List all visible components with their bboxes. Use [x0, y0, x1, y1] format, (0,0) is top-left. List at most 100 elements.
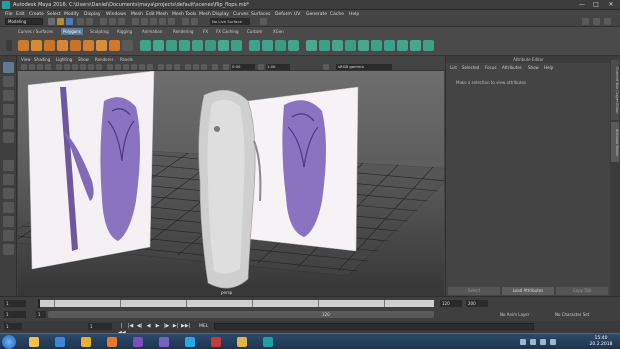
- image-plane-icon[interactable]: [45, 64, 51, 70]
- channel-box-tab[interactable]: Channel Box / Layer Editor: [611, 60, 619, 120]
- connect-icon[interactable]: [275, 40, 286, 51]
- step-back-frame-button[interactable]: ◀|: [136, 323, 143, 330]
- panel-menu-renderer[interactable]: Renderer: [95, 57, 113, 62]
- poly-disc-icon[interactable]: [96, 40, 107, 51]
- film-gate-icon[interactable]: [64, 64, 70, 70]
- extrude-icon[interactable]: [205, 40, 216, 51]
- range-start-field[interactable]: 1: [36, 311, 46, 318]
- taskbar-clock[interactable]: 15:40 20.2.2018: [584, 336, 618, 348]
- xray-icon[interactable]: [158, 64, 164, 70]
- separate-icon[interactable]: [153, 40, 164, 51]
- snap-curve-icon[interactable]: [141, 18, 148, 25]
- anim-layer-dropdown[interactable]: No Anim Layer: [500, 311, 529, 318]
- platonic-solid-icon[interactable]: [109, 40, 120, 51]
- select-hierarchy-icon[interactable]: [100, 18, 107, 25]
- panel-menu-lighting[interactable]: Lighting: [56, 57, 72, 62]
- close-button[interactable]: ✕: [605, 1, 617, 9]
- go-to-start-button[interactable]: |◀◀: [118, 323, 126, 336]
- tray-volume-icon[interactable]: [530, 339, 536, 345]
- shadows-icon[interactable]: [147, 64, 153, 70]
- poly-sphere-icon[interactable]: [18, 40, 29, 51]
- tray-battery-icon[interactable]: [540, 339, 546, 345]
- taskbar-skype-button[interactable]: [180, 335, 200, 349]
- tab-rigging[interactable]: Rigging: [115, 28, 134, 35]
- cut-uv-icon[interactable]: [345, 40, 356, 51]
- go-to-end-button[interactable]: ▶▶|: [181, 323, 190, 330]
- exposure-icon[interactable]: [223, 64, 229, 70]
- ae-menu-focus[interactable]: Focus: [485, 65, 496, 70]
- character-set-dropdown[interactable]: No Character Set: [555, 311, 589, 318]
- gate-mask-icon[interactable]: [80, 64, 86, 70]
- step-back-key-button[interactable]: |◀: [127, 323, 134, 330]
- taskbar-visual-studio-button[interactable]: [128, 335, 148, 349]
- xray-joints-icon[interactable]: [166, 64, 172, 70]
- tray-network-icon[interactable]: [520, 339, 526, 345]
- target-weld-icon[interactable]: [262, 40, 273, 51]
- current-frame-field[interactable]: 1: [4, 300, 26, 307]
- rotate-tool-icon[interactable]: [3, 118, 14, 129]
- field-chart-icon[interactable]: [88, 64, 94, 70]
- render-icon[interactable]: [191, 18, 198, 25]
- camera-select-icon[interactable]: [21, 64, 27, 70]
- taskbar-firefox-button[interactable]: [102, 335, 122, 349]
- tab-fx[interactable]: FX: [201, 28, 210, 35]
- poly-plane-icon[interactable]: [83, 40, 94, 51]
- scale-tool-icon[interactable]: [3, 132, 14, 143]
- smooth-icon[interactable]: [166, 40, 177, 51]
- step-forward-frame-button[interactable]: |▶: [163, 323, 170, 330]
- panel-menu-view[interactable]: View: [21, 57, 31, 62]
- persp-outliner-layout-icon[interactable]: [3, 188, 14, 199]
- ae-menu-attributes[interactable]: Attributes: [502, 65, 522, 70]
- combine-icon[interactable]: [140, 40, 151, 51]
- tab-fx-caching[interactable]: FX Caching: [214, 28, 240, 35]
- safe-action-icon[interactable]: [96, 64, 102, 70]
- playback-range-slider[interactable]: 120: [48, 311, 434, 318]
- perspective-viewport[interactable]: persp: [18, 71, 444, 296]
- tab-rendering[interactable]: Rendering: [171, 28, 195, 35]
- tab-animation[interactable]: Animation: [140, 28, 164, 35]
- anim-end-field[interactable]: 200: [466, 300, 488, 307]
- uv-shell-icon[interactable]: [410, 40, 421, 51]
- ae-menu-list[interactable]: List: [450, 65, 457, 70]
- mel-command-input[interactable]: [214, 323, 534, 330]
- exposure-field[interactable]: 0.00: [231, 64, 255, 70]
- snap-point-icon[interactable]: [150, 18, 157, 25]
- automatic-map-icon[interactable]: [332, 40, 343, 51]
- live-surface-field[interactable]: No Live Surface: [210, 18, 250, 25]
- select-component-icon[interactable]: [118, 18, 125, 25]
- toggle-attribute-editor-icon[interactable]: [604, 18, 611, 25]
- play-forwards-button[interactable]: ▶: [154, 323, 161, 330]
- tab-polygons[interactable]: Polygons: [61, 28, 83, 35]
- taskbar-folder-button[interactable]: [232, 335, 252, 349]
- anti-aliasing-icon[interactable]: [193, 64, 199, 70]
- gamma-field[interactable]: 1.00: [266, 64, 290, 70]
- time-slider-track[interactable]: [38, 300, 434, 307]
- step-forward-key-button[interactable]: ▶|: [172, 323, 179, 330]
- hypershade-layout-icon[interactable]: [3, 216, 14, 227]
- layout-uv-icon[interactable]: [384, 40, 395, 51]
- current-time-indicator[interactable]: [38, 299, 40, 308]
- ae-menu-show[interactable]: Show: [528, 65, 539, 70]
- tab-sculpting[interactable]: Sculpting: [88, 28, 111, 35]
- tab-custom[interactable]: Custom: [245, 28, 264, 35]
- move-tool-icon[interactable]: [3, 104, 14, 115]
- ae-select-button[interactable]: Select: [448, 287, 500, 295]
- use-all-lights-icon[interactable]: [139, 64, 145, 70]
- wireframe-on-shaded-icon[interactable]: [123, 64, 129, 70]
- open-scene-icon[interactable]: [57, 18, 64, 25]
- snap-view-icon[interactable]: [159, 18, 166, 25]
- sign-in-icon[interactable]: [582, 18, 589, 25]
- taskbar-explorer-button[interactable]: [24, 335, 44, 349]
- new-scene-icon[interactable]: [48, 18, 55, 25]
- anim-start-field[interactable]: 1: [4, 311, 26, 318]
- textured-icon[interactable]: [131, 64, 137, 70]
- maximize-button[interactable]: □: [590, 1, 602, 9]
- panel-menu-shading[interactable]: Shading: [34, 57, 50, 62]
- bridge-icon[interactable]: [218, 40, 229, 51]
- shelf-gear-icon[interactable]: [6, 40, 12, 51]
- redo-icon[interactable]: [86, 18, 93, 25]
- history-icon[interactable]: [182, 18, 189, 25]
- ae-menu-help[interactable]: Help: [544, 65, 553, 70]
- sew-uv-icon[interactable]: [358, 40, 369, 51]
- symmetry-icon[interactable]: [260, 18, 267, 25]
